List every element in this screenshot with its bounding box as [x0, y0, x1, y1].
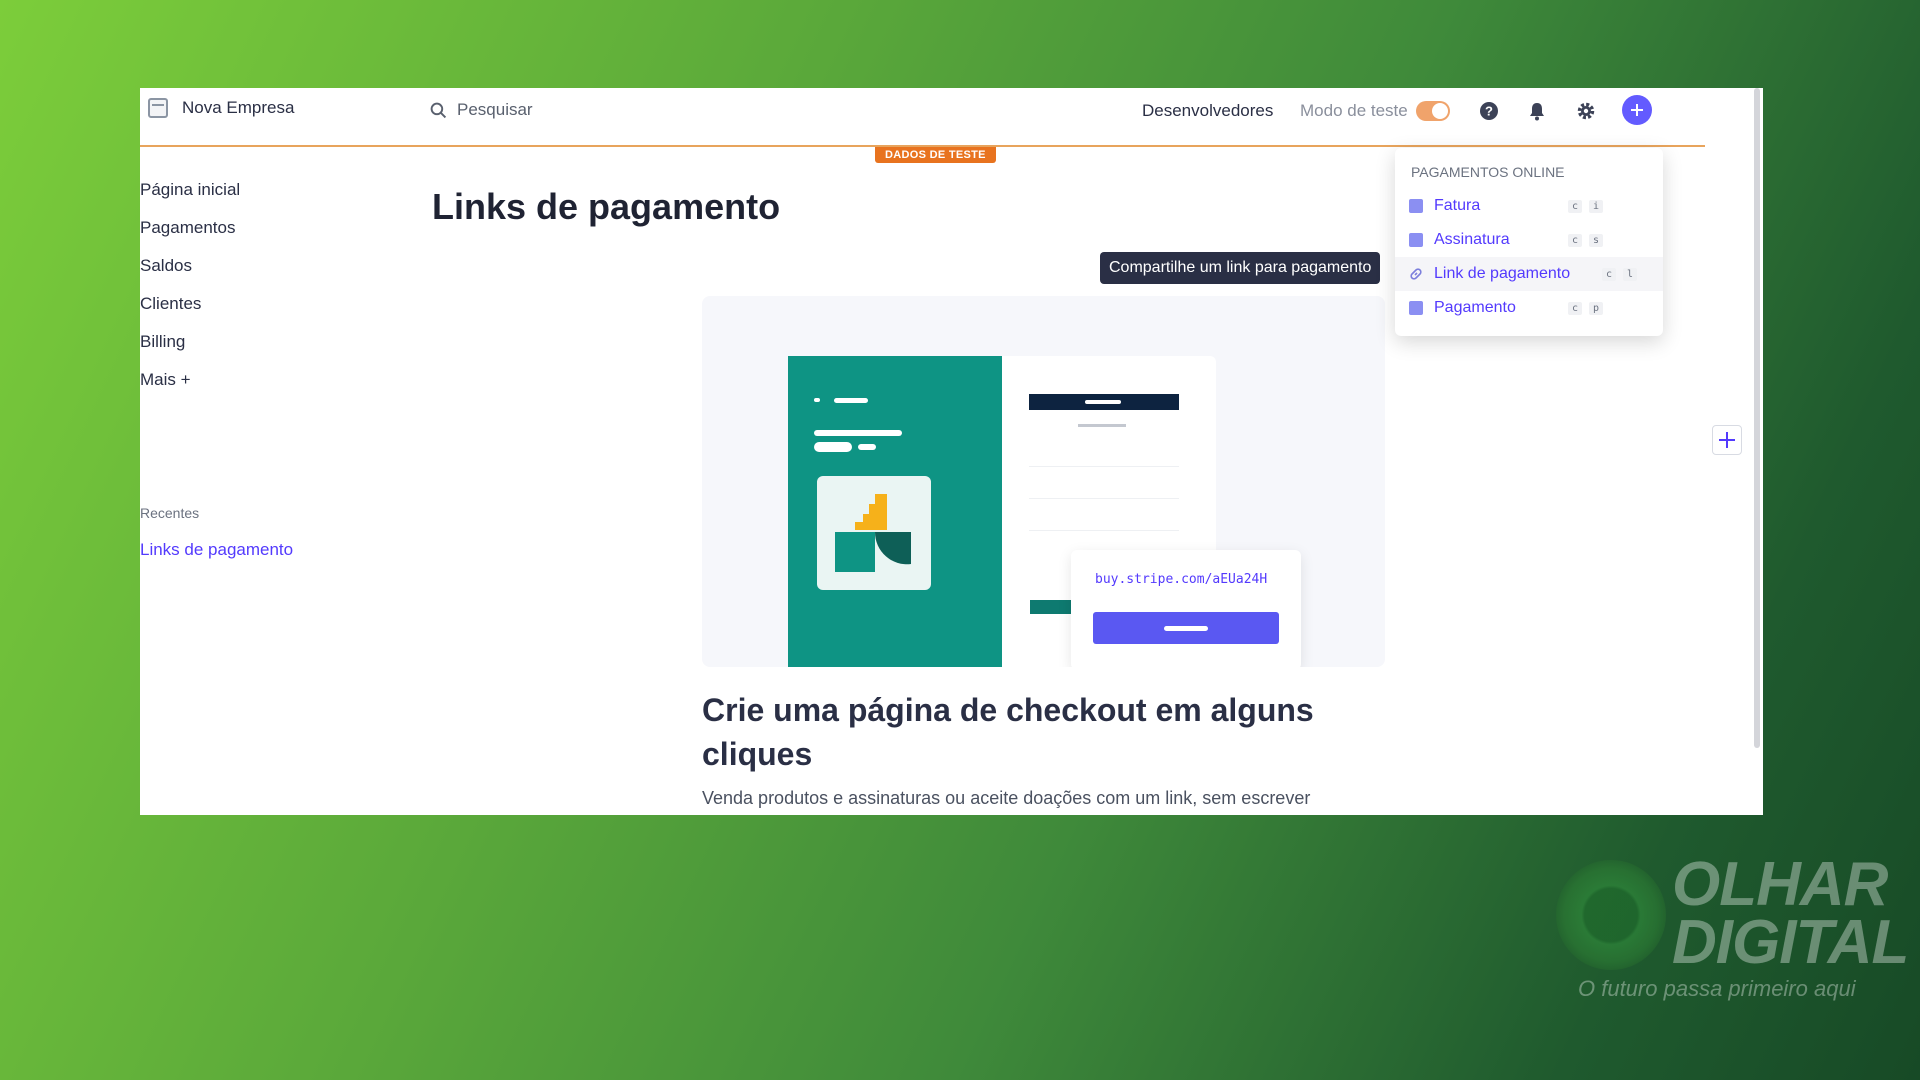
- link-icon: [1409, 267, 1423, 281]
- account-switcher[interactable]: Nova Empresa: [148, 98, 294, 118]
- recent-item-payment-links[interactable]: Links de pagamento: [140, 540, 293, 560]
- sidebar-item-billing[interactable]: Billing: [140, 332, 185, 352]
- payment-link-card: buy.stripe.com/aEUa24H: [1071, 550, 1301, 667]
- hero-illustration: buy.stripe.com/aEUa24H: [702, 296, 1385, 667]
- shortcut-key: c: [1567, 233, 1582, 247]
- search-placeholder: Pesquisar: [457, 100, 533, 119]
- scrollbar[interactable]: [1754, 88, 1760, 748]
- menu-item-invoice[interactable]: Fatura ci: [1395, 189, 1663, 223]
- sidebar-item-balances[interactable]: Saldos: [140, 256, 192, 276]
- search-icon: [430, 102, 447, 118]
- invoice-icon: [1409, 199, 1423, 213]
- create-new-button[interactable]: [1622, 95, 1652, 125]
- sidebar-item-customers[interactable]: Clientes: [140, 294, 201, 314]
- svg-text:?: ?: [1485, 104, 1493, 119]
- hero-description: Venda produtos e assinaturas ou aceite d…: [702, 788, 1311, 808]
- test-data-badge: DADOS DE TESTE: [875, 147, 996, 163]
- sidebar-item-home[interactable]: Página inicial: [140, 180, 240, 200]
- create-menu-dropdown: PAGAMENTOS ONLINE Fatura ci Assinatura c…: [1395, 148, 1663, 336]
- add-panel-button[interactable]: [1712, 425, 1742, 455]
- subscription-icon: [1409, 233, 1423, 247]
- gear-icon[interactable]: [1573, 98, 1599, 124]
- watermark-title: OLHAR DIGITAL: [1672, 850, 1909, 977]
- developers-link[interactable]: Desenvolvedores: [1142, 101, 1273, 121]
- payment-link-button-illustration: [1093, 612, 1279, 644]
- shortcut-key: c: [1601, 267, 1616, 281]
- shortcut-key: s: [1588, 233, 1603, 247]
- menu-item-label: Link de pagamento: [1434, 265, 1571, 282]
- top-bar: Nova Empresa Pesquisar Desenvolvedores M…: [140, 88, 1705, 147]
- page-title: Links de pagamento: [432, 186, 781, 227]
- search-input[interactable]: Pesquisar: [430, 100, 533, 120]
- test-mode-label: Modo de teste: [1300, 101, 1408, 120]
- shortcut-key: l: [1622, 267, 1637, 281]
- teal-chip: [1030, 600, 1074, 614]
- bell-icon[interactable]: [1524, 98, 1550, 124]
- plus-icon: [1631, 104, 1643, 116]
- checkout-art-left-panel: [788, 356, 1002, 667]
- app-window: Nova Empresa Pesquisar Desenvolvedores M…: [140, 88, 1763, 815]
- product-logo-icon: [817, 476, 931, 590]
- account-name: Nova Empresa: [182, 98, 295, 117]
- watermark-tagline: O futuro passa primeiro aqui: [1578, 976, 1856, 1001]
- plus-icon: [1719, 432, 1735, 448]
- olhar-digital-logo: [1556, 860, 1666, 970]
- menu-item-label: Assinatura: [1434, 231, 1510, 248]
- payment-link-url: buy.stripe.com/aEUa24H: [1095, 572, 1268, 587]
- help-icon[interactable]: ?: [1476, 98, 1502, 124]
- recent-section-title: Recentes: [140, 505, 200, 521]
- dropdown-section-title: PAGAMENTOS ONLINE: [1411, 164, 1565, 180]
- shortcut-key: c: [1567, 199, 1582, 213]
- tooltip: Compartilhe um link para pagamento: [1100, 252, 1381, 284]
- watermark-title-line1: OLHAR: [1672, 850, 1888, 919]
- sidebar-item-more[interactable]: Mais +: [140, 370, 191, 390]
- hero-heading: Crie uma página de checkout em alguns cl…: [702, 692, 1314, 772]
- menu-item-label: Pagamento: [1434, 299, 1516, 316]
- shortcut-key: i: [1588, 199, 1603, 213]
- sidebar: Página inicial Pagamentos Saldos Cliente…: [140, 148, 380, 815]
- watermark-title-line2: DIGITAL: [1672, 908, 1909, 977]
- olhar-digital-watermark: OLHAR DIGITAL O futuro passa primeiro aq…: [1556, 854, 1909, 1006]
- shortcut-key: c: [1567, 301, 1582, 315]
- sidebar-item-payments[interactable]: Pagamentos: [140, 218, 235, 238]
- shortcut-key: p: [1588, 301, 1603, 315]
- menu-item-payment-link[interactable]: Link de pagamento cl: [1395, 257, 1663, 291]
- test-mode-toggle[interactable]: [1415, 101, 1450, 121]
- payment-icon: [1409, 301, 1423, 315]
- menu-item-subscription[interactable]: Assinatura cs: [1395, 223, 1663, 257]
- test-mode-control[interactable]: Modo de teste: [1300, 101, 1450, 121]
- menu-item-payment[interactable]: Pagamento cp: [1395, 291, 1663, 325]
- store-icon: [148, 98, 168, 118]
- menu-item-label: Fatura: [1434, 197, 1481, 214]
